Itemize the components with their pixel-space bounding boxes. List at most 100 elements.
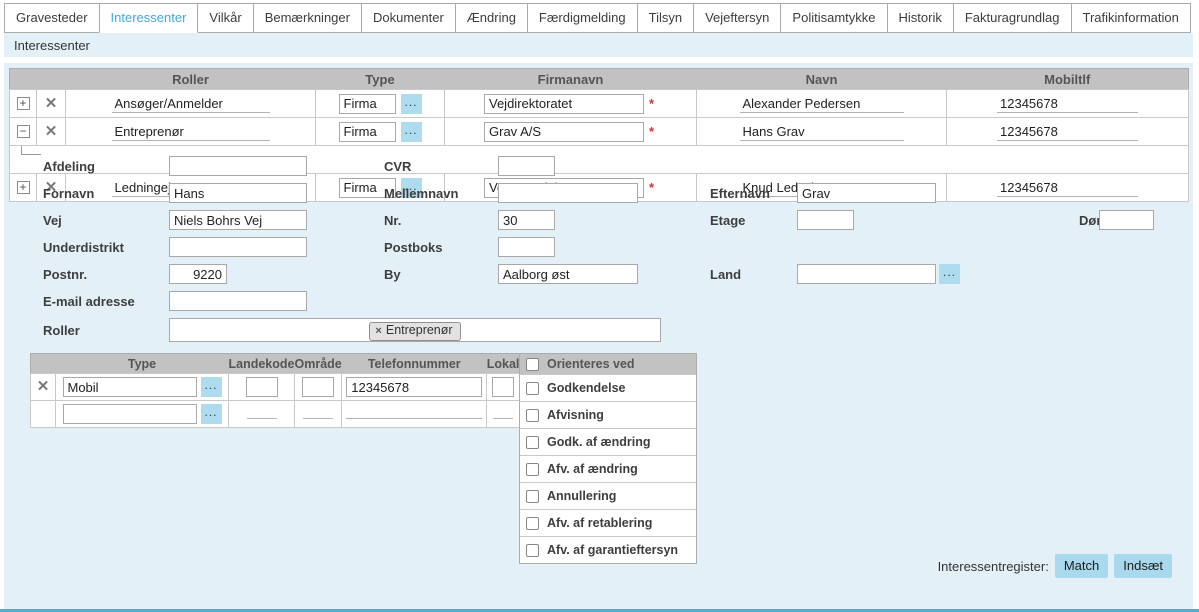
phone-type-input[interactable] <box>63 404 197 424</box>
collapse-icon[interactable]: − <box>17 125 30 138</box>
vej-input[interactable] <box>169 210 307 230</box>
select-all-checkbox[interactable] <box>526 358 539 371</box>
tab-bemaerkninger[interactable]: Bemærkninger <box>253 3 362 33</box>
email-label: E-mail adresse <box>43 294 135 309</box>
mobiltlf-field[interactable]: 12345678 <box>997 178 1138 197</box>
tab-aendring[interactable]: Ændring <box>455 3 528 33</box>
tree-connector <box>21 146 41 155</box>
by-input[interactable] <box>498 264 638 284</box>
afv-af-garantieftersyn-checkbox[interactable] <box>526 544 539 557</box>
roller-field[interactable]: Ansøger/Anmelder <box>112 94 270 113</box>
navn-field[interactable]: Alexander Pedersen <box>740 94 904 113</box>
col-header-mobiltlf: Mobiltlf <box>947 69 1189 90</box>
lokal-input[interactable] <box>492 377 514 397</box>
tab-trafikinformation[interactable]: Trafikinformation <box>1071 3 1191 33</box>
godk-af-aendring-checkbox[interactable] <box>526 436 539 449</box>
tab-tilsyn[interactable]: Tilsyn <box>637 3 694 33</box>
postnr-label: Postnr. <box>43 267 87 282</box>
tab-interessenter[interactable]: Interessenter <box>99 3 199 33</box>
phone-delete-column-header <box>31 354 56 374</box>
tab-dokumenter[interactable]: Dokumenter <box>361 3 456 33</box>
godkendelse-checkbox[interactable] <box>526 382 539 395</box>
fornavn-input[interactable] <box>169 183 307 203</box>
postboks-input[interactable] <box>498 237 555 257</box>
section-title: Interessenter <box>4 33 1193 57</box>
interessent-row-entreprenoer: − ✕ Entreprenør ... * Hans Grav 12345678 <box>10 118 1189 146</box>
afv-af-retablering-checkbox[interactable] <box>526 517 539 530</box>
checkbox-label: Afvisning <box>547 408 604 422</box>
tab-historik[interactable]: Historik <box>887 3 954 33</box>
landekode-input[interactable] <box>246 377 278 397</box>
landekode-input[interactable] <box>247 404 277 419</box>
tab-gravesteder[interactable]: Gravesteder <box>4 3 100 33</box>
checkbox-label: Afv. af garantieftersyn <box>547 543 678 557</box>
afvisning-checkbox[interactable] <box>526 409 539 422</box>
mobiltlf-field[interactable]: 12345678 <box>997 94 1138 113</box>
roller-tag: ×Entreprenør <box>369 322 460 341</box>
firmanavn-input[interactable] <box>484 122 644 142</box>
interessent-grid: Roller Type Firmanavn Navn Mobiltlf + ✕ … <box>9 68 1189 202</box>
efternavn-input[interactable] <box>797 183 936 203</box>
dor-input[interactable] <box>1099 210 1154 230</box>
interessenter-panel: Roller Type Firmanavn Navn Mobiltlf + ✕ … <box>4 63 1193 611</box>
phone-table: Type Landekode Område Telefonnummer Loka… <box>30 353 520 428</box>
delete-row-icon[interactable]: ✕ <box>45 123 58 140</box>
mellemnavn-label: Mellemnavn <box>384 186 458 201</box>
type-lookup-button[interactable]: ... <box>401 122 422 142</box>
etage-input[interactable] <box>797 210 854 230</box>
afdeling-label: Afdeling <box>43 159 95 174</box>
omrade-input[interactable] <box>302 377 334 397</box>
phone-type-input[interactable] <box>63 377 197 397</box>
detail-row: Afdeling CVR Fornavn Mellemnavn Efternav… <box>10 146 1189 174</box>
orienteres-item: Afvisning <box>520 401 696 428</box>
indsaet-button[interactable]: Indsæt <box>1114 554 1172 578</box>
tab-politisamtykke[interactable]: Politisamtykke <box>780 3 887 33</box>
telefonnummer-input[interactable] <box>346 404 482 419</box>
delete-row-icon[interactable]: ✕ <box>45 95 58 112</box>
annullering-checkbox[interactable] <box>526 490 539 503</box>
land-input[interactable] <box>797 264 936 284</box>
required-indicator: * <box>649 96 657 111</box>
underdistrikt-input[interactable] <box>169 237 307 257</box>
delete-phone-icon[interactable]: ✕ <box>37 378 50 395</box>
firmanavn-input[interactable] <box>484 94 644 114</box>
lokal-input[interactable] <box>493 404 513 419</box>
phone-type-lookup-button[interactable]: ... <box>201 377 222 397</box>
phone-col-lokal: Lokal <box>487 354 520 374</box>
tab-vejeftersyn[interactable]: Vejeftersyn <box>693 3 781 33</box>
type-lookup-button[interactable]: ... <box>401 94 422 114</box>
navn-field[interactable]: Hans Grav <box>740 122 904 141</box>
afdeling-input[interactable] <box>169 156 307 176</box>
mobiltlf-field[interactable]: 12345678 <box>997 122 1138 141</box>
vej-label: Vej <box>43 213 62 228</box>
tag-remove-icon[interactable]: × <box>375 325 381 337</box>
orienteres-item: Godkendelse <box>520 374 696 401</box>
roller-tag-field[interactable]: ×Entreprenør <box>169 318 661 342</box>
efternavn-label: Efternavn <box>710 186 770 201</box>
delete-column-header <box>37 69 66 90</box>
tab-fakturagrundlag[interactable]: Fakturagrundlag <box>953 3 1072 33</box>
telefonnummer-input[interactable] <box>346 377 482 397</box>
expand-column-header <box>10 69 37 90</box>
land-lookup-button[interactable]: ... <box>939 264 960 284</box>
tab-faerdigmelding[interactable]: Færdigmelding <box>527 3 638 33</box>
type-input[interactable] <box>339 94 396 114</box>
required-indicator: * <box>649 180 657 195</box>
type-input[interactable] <box>339 122 396 142</box>
expand-icon[interactable]: + <box>17 97 30 110</box>
afv-af-aendring-checkbox[interactable] <box>526 463 539 476</box>
expand-icon[interactable]: + <box>17 181 30 194</box>
cvr-label: CVR <box>384 159 411 174</box>
phone-type-lookup-button[interactable]: ... <box>201 404 222 424</box>
postnr-input[interactable] <box>169 264 227 284</box>
omrade-input[interactable] <box>303 404 333 419</box>
email-input[interactable] <box>169 291 307 311</box>
mellemnavn-input[interactable] <box>498 183 638 203</box>
roller-field[interactable]: Entreprenør <box>112 122 270 141</box>
orienteres-ved-list: Orienteres ved Godkendelse Afvisning God… <box>519 353 697 564</box>
tab-vilkaar[interactable]: Vilkår <box>197 3 253 33</box>
cvr-input[interactable] <box>498 156 555 176</box>
tab-bar: Gravesteder Interessenter Vilkår Bemærkn… <box>0 0 1199 33</box>
match-button[interactable]: Match <box>1055 554 1108 578</box>
nr-input[interactable] <box>498 210 555 230</box>
